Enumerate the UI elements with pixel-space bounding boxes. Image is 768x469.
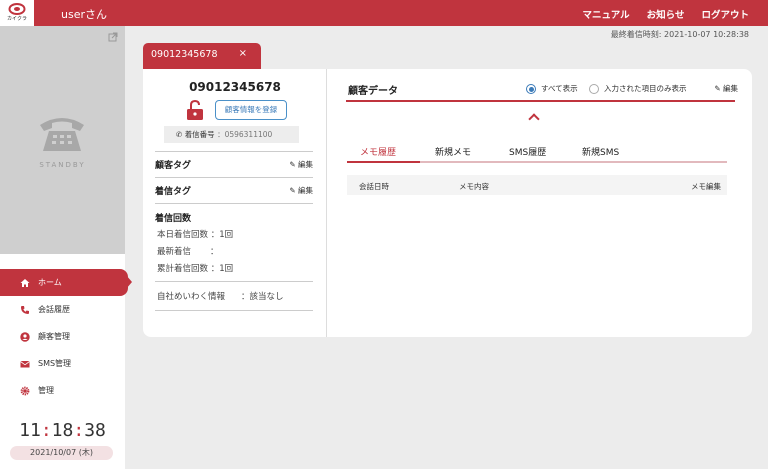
total-count-value: ：1回: [210, 264, 234, 274]
column-header-memo: メモ内容: [459, 182, 489, 191]
total-count-label: 累計着信回数: [157, 264, 209, 274]
radio-show-entered-label: 入力された項目のみ表示: [604, 84, 687, 93]
gear-icon: [20, 386, 30, 396]
column-header-datetime: 会話日時: [359, 182, 389, 191]
standby-panel: STANDBY: [0, 26, 125, 254]
nav-logout[interactable]: ログアウト: [701, 7, 749, 21]
nuisance-info: 自社めいわく情報 ：該当なし: [157, 290, 284, 302]
nav-manual[interactable]: マニュアル: [582, 7, 629, 21]
sidebar-item-sms[interactable]: SMS管理: [0, 350, 125, 377]
nuisance-value: ：該当なし: [241, 292, 284, 302]
clock-separator: :: [73, 420, 85, 441]
top-bar: カイクラ userさん マニュアル お知らせ ログアウト: [0, 0, 768, 26]
phone-icon: [21, 306, 29, 314]
today-count-value: ：1回: [210, 230, 234, 240]
clock-seconds: 38: [84, 420, 106, 441]
logo-text: カイクラ: [7, 16, 27, 22]
call-tab-label: 09012345678: [151, 49, 218, 60]
incoming-tag-label: 着信タグ: [155, 187, 192, 197]
today-count: 本日着信回数 ：1回: [157, 228, 233, 240]
call-tab[interactable]: 09012345678 ×: [143, 43, 261, 69]
incoming-number-value: ：0596311100: [217, 130, 273, 139]
caller-number: 09012345678: [189, 80, 281, 94]
tab-memo-history[interactable]: メモ履歴: [347, 145, 420, 163]
tab-new-sms[interactable]: 新規SMS: [582, 145, 619, 163]
sidebar-item-admin[interactable]: 管理: [0, 377, 125, 404]
radio-unchecked-icon: [589, 83, 599, 94]
column-header-edit: メモ編集: [691, 182, 721, 191]
close-icon[interactable]: ×: [239, 48, 247, 59]
radio-show-all[interactable]: すべて表示: [526, 83, 578, 94]
mail-icon: [20, 361, 30, 368]
user-icon: [20, 332, 30, 342]
customer-tag-edit-button[interactable]: ✎ 編集: [289, 159, 313, 170]
customer-data-panel: 顧客データ すべて表示 入力された項目のみ表示 ✎ 編集 メモ履歴 新規メモ S…: [338, 69, 743, 337]
top-nav: マニュアル お知らせ ログアウト: [582, 7, 749, 21]
nuisance-label: 自社めいわく情報: [157, 292, 226, 302]
customer-data-title: 顧客データ: [348, 86, 398, 97]
radio-show-all-label: すべて表示: [541, 84, 578, 93]
incoming-tag-edit-button[interactable]: ✎ 編集: [289, 185, 313, 196]
date-badge: 2021/10/07 (木): [10, 446, 113, 460]
phone-small-icon: ✆: [176, 130, 183, 139]
incoming-number: ✆ 着信番号 ：0596311100: [164, 126, 299, 143]
edit-label: 編集: [723, 84, 738, 93]
caller-panel: 09012345678 顧客情報を登録 ✆ 着信番号 ：0596311100 顧…: [143, 69, 327, 337]
latest-call-label: 最新着信: [157, 247, 192, 257]
divider: [155, 310, 313, 311]
register-customer-button[interactable]: 顧客情報を登録: [215, 100, 287, 120]
sidebar-item-home[interactable]: ホーム: [0, 269, 132, 296]
tab-new-memo[interactable]: 新規メモ: [435, 145, 471, 163]
clock-separator: :: [40, 420, 52, 441]
clock: 11:18:38: [0, 420, 125, 441]
call-detail-card: 09012345678 顧客情報を登録 ✆ 着信番号 ：0596311100 顧…: [143, 69, 752, 337]
clock-minutes: 18: [51, 420, 74, 441]
clock-hours: 11: [19, 420, 41, 441]
customer-divider: [346, 100, 735, 102]
external-link-icon[interactable]: [108, 32, 118, 42]
sidebar-item-call-history[interactable]: 会話履歴: [0, 296, 125, 323]
radio-show-entered[interactable]: 入力された項目のみ表示: [589, 83, 687, 94]
telephone-icon: [40, 118, 84, 151]
latest-call: 最新着信 ：: [157, 245, 219, 257]
today-count-label: 本日着信回数: [157, 230, 209, 240]
last-call-time: 最終着信時刻: 2021-10-07 10:28:38: [610, 30, 749, 39]
latest-call-value: ：: [210, 247, 219, 257]
chevron-up-icon[interactable]: [528, 113, 540, 125]
incoming-tag-row: 着信タグ ✎ 編集: [155, 177, 313, 203]
incoming-number-label: 着信番号: [184, 130, 215, 139]
nav-news[interactable]: お知らせ: [647, 7, 685, 21]
side-menu: ホーム 会話履歴 顧客管理 SMS管理 管理: [0, 269, 132, 404]
customer-edit-button[interactable]: ✎ 編集: [714, 83, 738, 94]
total-count: 累計着信回数 ：1回: [157, 262, 233, 274]
memo-table-header: 会話日時 メモ内容 メモ編集: [347, 175, 727, 195]
user-name: userさん: [61, 8, 107, 21]
sidebar-item-label: 会話履歴: [38, 305, 70, 314]
call-count-title: 着信回数: [155, 214, 192, 224]
customer-tag-row: 顧客タグ ✎ 編集: [155, 151, 313, 177]
unlock-icon[interactable]: [186, 100, 204, 120]
radio-checked-icon: [526, 83, 536, 94]
sidebar-item-label: ホーム: [38, 278, 62, 287]
sidebar-item-customers[interactable]: 顧客管理: [0, 323, 125, 350]
sidebar-item-label: SMS管理: [38, 359, 72, 368]
home-icon: [20, 279, 30, 287]
edit-label: 編集: [298, 186, 313, 195]
sidebar-item-label: 管理: [38, 386, 54, 395]
customer-tag-label: 顧客タグ: [155, 161, 192, 171]
memo-tabs: メモ履歴 新規メモ SMS履歴 新規SMS: [347, 145, 727, 163]
logo-icon: [8, 3, 26, 15]
tab-sms-history[interactable]: SMS履歴: [509, 145, 546, 163]
sidebar: STANDBY ホーム 会話履歴 顧客管理 SMS管理 管理 11:18:38 …: [0, 26, 132, 469]
sidebar-item-label: 顧客管理: [38, 332, 70, 341]
logo[interactable]: カイクラ: [0, 0, 34, 26]
edit-label: 編集: [298, 160, 313, 169]
standby-label: STANDBY: [39, 161, 86, 169]
